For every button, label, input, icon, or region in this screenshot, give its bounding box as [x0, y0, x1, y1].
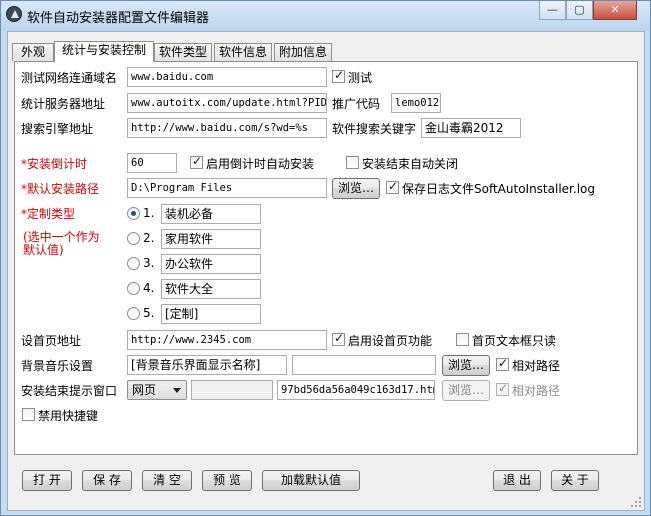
custom-type-radio-5[interactable] — [127, 307, 140, 320]
chevron-down-icon — [173, 388, 181, 393]
open-button[interactable]: 打 开 — [22, 470, 72, 491]
tab-panel: 测试网络连通域名 www.baidu.com 测试 统计服务器地址 www.au… — [14, 61, 638, 455]
maximize-button[interactable]: ▢ — [566, 1, 593, 20]
auto-close-checkbox[interactable] — [346, 156, 359, 169]
custom-type-radio-3[interactable] — [127, 257, 140, 270]
custom-type-num-1: 1. — [143, 206, 155, 220]
stats-server-label: 统计服务器地址 — [21, 97, 106, 111]
app-icon — [6, 6, 22, 22]
homepage-label: 设首页地址 — [21, 334, 82, 348]
default-path-label: *默认安装路径 — [21, 182, 100, 196]
homepage-enable-checkbox[interactable] — [332, 331, 345, 346]
custom-type-input-3[interactable]: 办公软件 — [161, 254, 261, 274]
music-name-input[interactable]: [背景音乐界面显示名称] — [127, 355, 287, 375]
custom-type-input-4[interactable]: 软件大全 — [161, 279, 261, 299]
tab-stats-install-control[interactable]: 统计与安装控制 — [54, 41, 154, 62]
custom-type-input-1[interactable]: 装机必备 — [161, 204, 261, 224]
music-relative-label: 相对路径 — [512, 359, 561, 373]
test-domain-label: 测试网络连通域名 — [21, 71, 118, 85]
exit-button[interactable]: 退 出 — [493, 470, 541, 491]
finish-type-value: 网页 — [132, 383, 157, 397]
music-label: 背景音乐设置 — [21, 359, 94, 373]
default-path-input[interactable]: D:\Program Files — [127, 178, 327, 198]
finish-type-select[interactable]: 网页 — [127, 380, 187, 400]
stats-server-input[interactable]: www.autoitx.com/update.html?PID= — [127, 93, 327, 113]
homepage-enable-label: 启用设首页功能 — [348, 334, 433, 348]
countdown-enable-checkbox[interactable] — [190, 154, 203, 169]
main-window: 软件自动安装器配置文件编辑器 — ▢ ✕ 外观 统计与安装控制 软件类型 软件信… — [0, 0, 651, 516]
search-keyword-label: 软件搜索关键字 — [332, 122, 417, 136]
finish-relative-label: 相对路径 — [512, 384, 561, 398]
homepage-readonly-checkbox[interactable] — [456, 333, 469, 346]
custom-type-input-2[interactable]: 家用软件 — [161, 229, 261, 249]
countdown-label: *安装倒计时 — [21, 157, 88, 171]
auto-close-label: 安装结束自动关闭 — [362, 157, 459, 171]
disable-hotkey-label: 禁用快捷键 — [38, 409, 99, 423]
music-relative-checkbox[interactable] — [496, 356, 509, 371]
finish-prompt-label: 安装结束提示窗口 — [21, 384, 118, 398]
minimize-button[interactable]: — — [539, 1, 566, 20]
music-path-input[interactable] — [292, 355, 436, 375]
promo-code-input[interactable]: lemo0129 — [391, 93, 441, 113]
window-title: 软件自动安装器配置文件编辑器 — [27, 11, 210, 26]
custom-type-radio-2[interactable] — [127, 232, 140, 245]
homepage-input[interactable]: http://www.2345.com — [127, 330, 327, 350]
countdown-enable-label: 启用倒计时自动安装 — [206, 157, 315, 171]
save-button[interactable]: 保 存 — [82, 470, 132, 491]
search-engine-label: 搜索引擎地址 — [21, 122, 94, 136]
search-keyword-input[interactable]: 金山毒霸2012 — [421, 118, 521, 138]
custom-type-radio-1[interactable] — [127, 207, 140, 220]
save-log-label: 保存日志文件SoftAutoInstaller.log — [402, 182, 595, 196]
resize-grip-icon[interactable] — [630, 496, 642, 508]
countdown-input[interactable]: 60 — [127, 153, 177, 173]
music-browse-button[interactable]: 浏览… — [442, 355, 490, 376]
clear-button[interactable]: 清 空 — [142, 470, 192, 491]
search-engine-input[interactable]: http://www.baidu.com/s?wd=%s — [127, 118, 327, 138]
test-checkbox[interactable] — [332, 68, 345, 83]
test-domain-input[interactable]: www.baidu.com — [127, 67, 327, 87]
finish-url-input[interactable]: 97bd56da56a049c163d17.html — [277, 380, 435, 400]
custom-type-num-2: 2. — [143, 231, 155, 245]
tab-appearance[interactable]: 外观 — [12, 43, 54, 61]
custom-type-label: *定制类型 — [21, 207, 76, 221]
custom-type-num-4: 4. — [143, 281, 155, 295]
homepage-readonly-label: 首页文本框只读 — [472, 334, 557, 348]
about-button[interactable]: 关 于 — [551, 470, 599, 491]
save-log-checkbox[interactable] — [386, 179, 399, 194]
close-button[interactable]: ✕ — [593, 1, 637, 20]
default-path-browse-button[interactable]: 浏览… — [332, 178, 380, 199]
client-area: 外观 统计与安装控制 软件类型 软件信息 附加信息 测试网络连通域名 www.b… — [7, 31, 645, 511]
preview-button[interactable]: 预 览 — [202, 470, 252, 491]
tab-extra-info[interactable]: 附加信息 — [274, 43, 332, 61]
custom-type-input-5[interactable]: [定制] — [161, 304, 261, 324]
title-bar[interactable]: 软件自动安装器配置文件编辑器 — ▢ ✕ — [1, 1, 650, 31]
custom-type-hint-line2: 默认值) — [23, 243, 64, 257]
finish-relative-checkbox[interactable] — [496, 381, 509, 396]
disable-hotkey-checkbox[interactable] — [22, 408, 35, 421]
finish-browse-button[interactable]: 浏览… — [442, 380, 490, 401]
custom-type-num-5: 5. — [143, 306, 155, 320]
promo-code-label: 推广代码 — [332, 97, 381, 111]
finish-blank-input[interactable] — [191, 380, 273, 400]
tab-software-type[interactable]: 软件类型 — [154, 43, 212, 61]
tab-software-info[interactable]: 软件信息 — [214, 43, 272, 61]
test-checkbox-label: 测试 — [348, 71, 373, 85]
custom-type-radio-4[interactable] — [127, 282, 140, 295]
load-defaults-button[interactable]: 加载默认值 — [262, 470, 360, 491]
custom-type-num-3: 3. — [143, 256, 155, 270]
